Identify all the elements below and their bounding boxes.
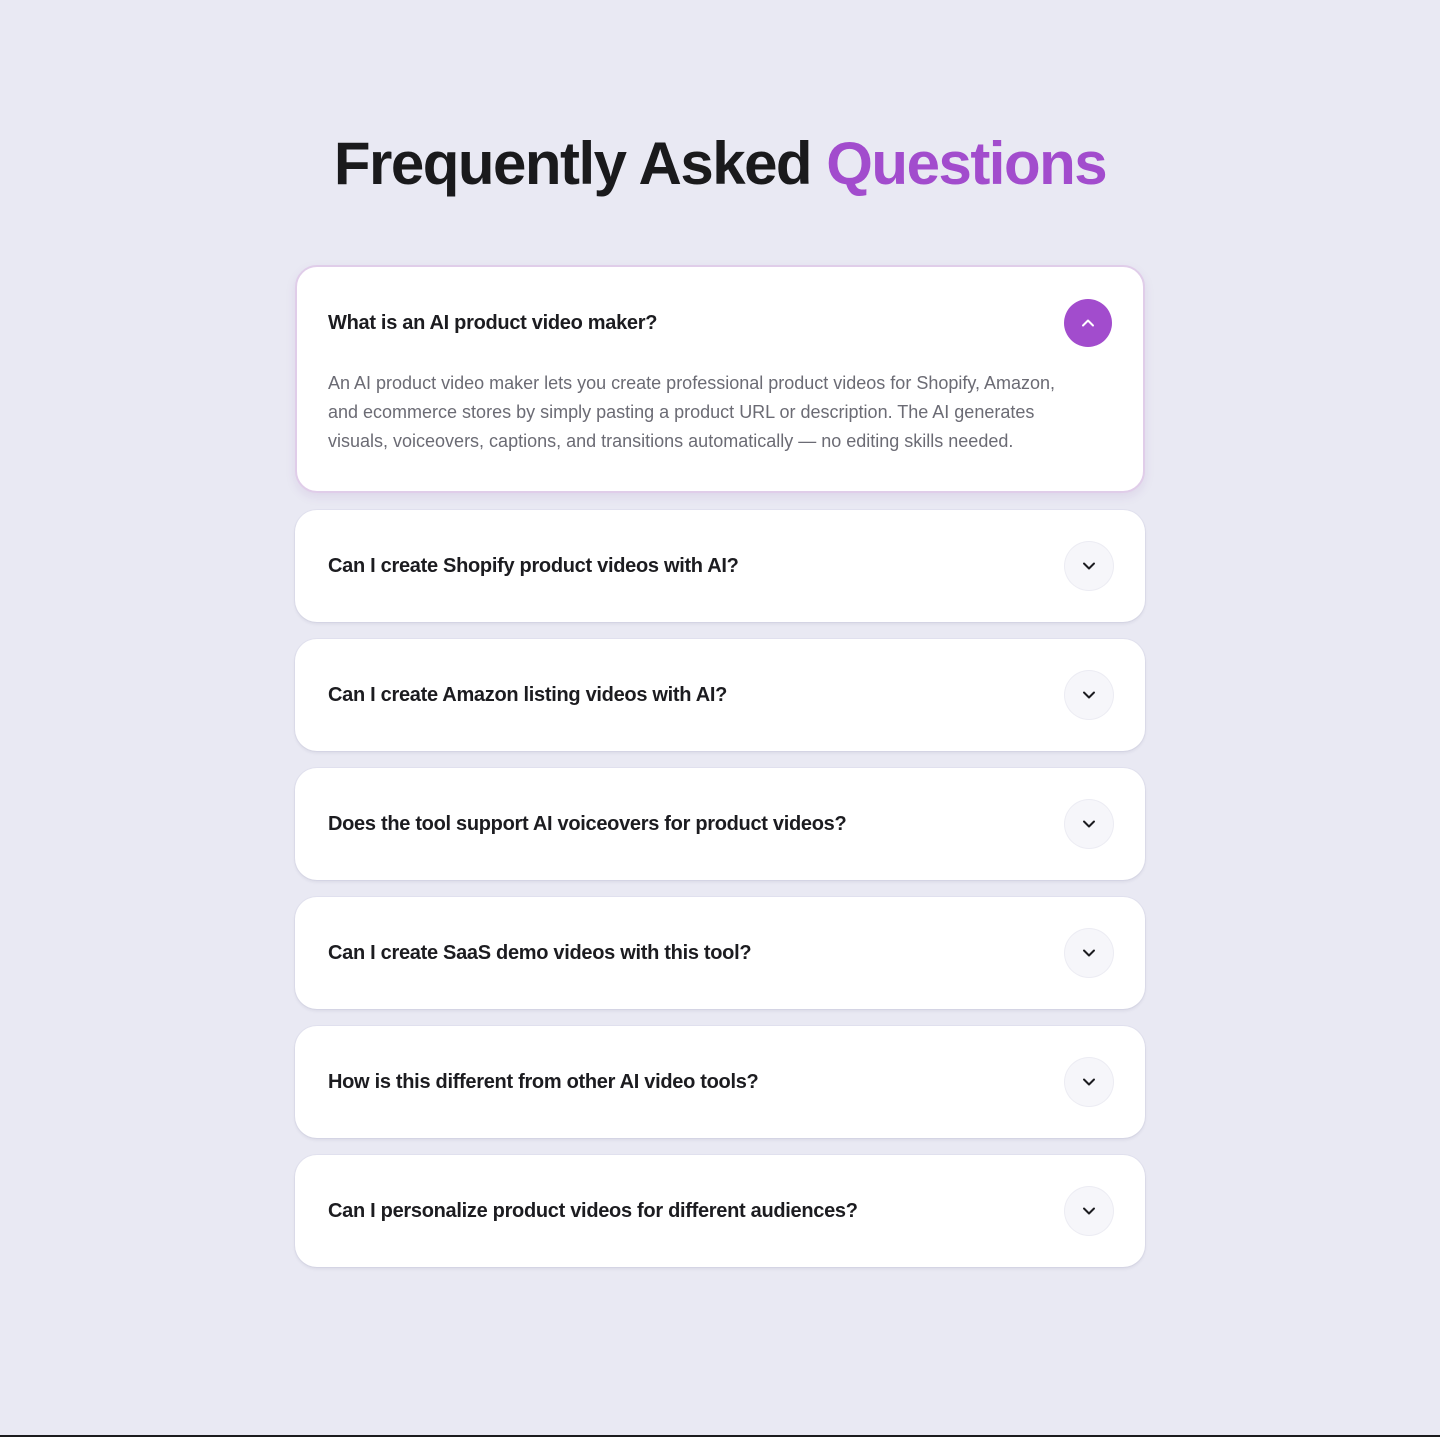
faq-question-toggle[interactable]: Can I create Shopify product videos with… (295, 510, 1145, 622)
faq-question-toggle[interactable]: What is an AI product video maker? (297, 267, 1143, 379)
faq-question: Does the tool support AI voiceovers for … (328, 812, 847, 835)
expand-button[interactable] (1065, 542, 1113, 590)
faq-item-expanded: What is an AI product video maker? An AI… (295, 265, 1145, 493)
chevron-down-icon (1083, 1078, 1095, 1086)
faq-answer: An AI product video maker lets you creat… (328, 373, 1056, 451)
faq-question-toggle[interactable]: Does the tool support AI voiceovers for … (295, 768, 1145, 880)
expand-button[interactable] (1065, 1058, 1113, 1106)
expand-button[interactable] (1065, 929, 1113, 977)
faq-list: What is an AI product video maker? An AI… (295, 265, 1145, 1284)
faq-question-toggle[interactable]: Can I create SaaS demo videos with this … (295, 897, 1145, 1009)
faq-question: Can I create Amazon listing videos with … (328, 683, 728, 706)
chevron-down-icon (1083, 691, 1095, 699)
faq-item: Can I create Shopify product videos with… (295, 510, 1145, 622)
faq-question: Can I create SaaS demo videos with this … (328, 941, 752, 964)
heading-main-text: Frequently Asked (333, 130, 813, 197)
heading-accent-text: Questions (826, 130, 1107, 197)
chevron-down-icon (1083, 949, 1095, 957)
faq-question-toggle[interactable]: How is this different from other AI vide… (295, 1026, 1145, 1138)
chevron-down-icon (1083, 1207, 1095, 1215)
faq-question: Can I create Shopify product videos with… (328, 554, 739, 577)
faq-item: Can I create Amazon listing videos with … (295, 639, 1145, 751)
faq-question-toggle[interactable]: Can I personalize product videos for dif… (295, 1155, 1145, 1267)
chevron-up-icon (1082, 319, 1094, 327)
faq-item: Does the tool support AI voiceovers for … (295, 768, 1145, 880)
faq-heading: Frequently Asked Questions (0, 128, 1440, 200)
faq-question: How is this different from other AI vide… (328, 1070, 759, 1093)
faq-item: Can I create SaaS demo videos with this … (295, 897, 1145, 1009)
faq-item: How is this different from other AI vide… (295, 1026, 1145, 1138)
faq-question-toggle[interactable]: Can I create Amazon listing videos with … (295, 639, 1145, 751)
chevron-down-icon (1083, 562, 1095, 570)
collapse-button[interactable] (1064, 299, 1112, 347)
chevron-down-icon (1083, 820, 1095, 828)
faq-question: Can I personalize product videos for dif… (328, 1199, 858, 1222)
faq-item: Can I personalize product videos for dif… (295, 1155, 1145, 1267)
expand-button[interactable] (1065, 671, 1113, 719)
faq-question: What is an AI product video maker? (328, 311, 658, 334)
expand-button[interactable] (1065, 1187, 1113, 1235)
expand-button[interactable] (1065, 800, 1113, 848)
